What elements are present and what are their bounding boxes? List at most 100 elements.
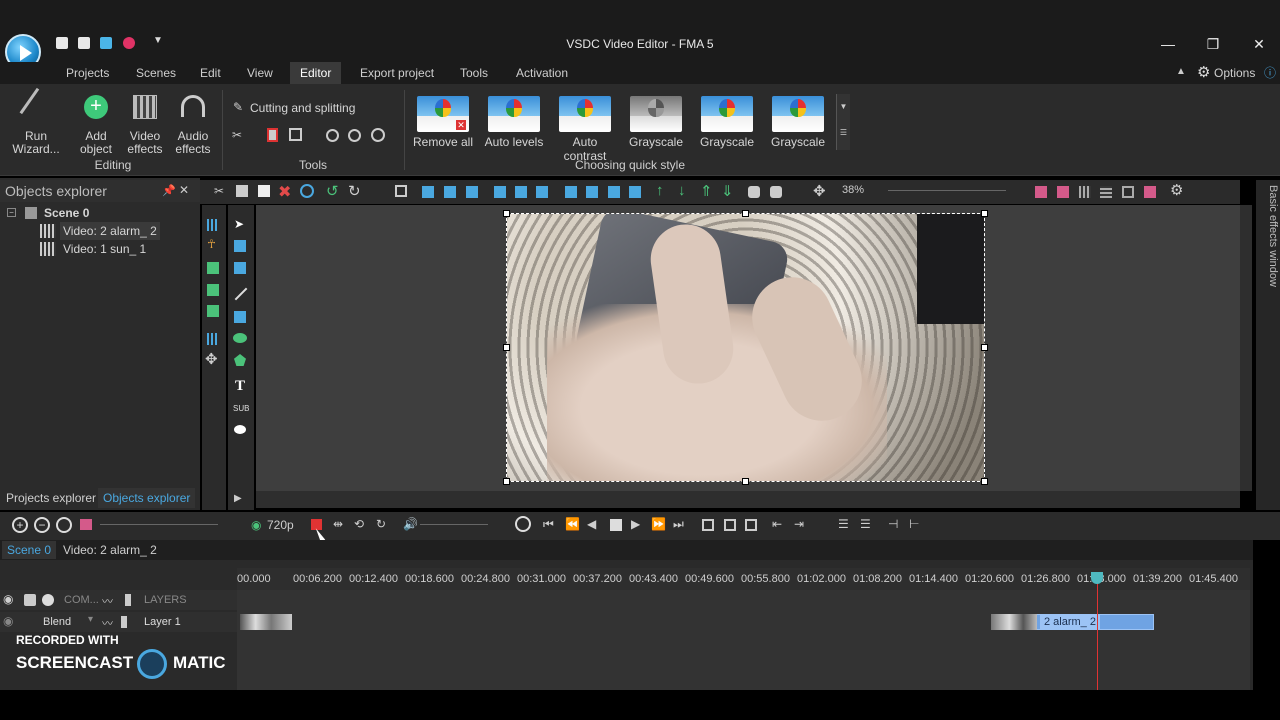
gear-icon[interactable]: ⚙ (1197, 63, 1210, 81)
go-start-icon[interactable]: ⏮ (543, 517, 554, 532)
run-wizard-button[interactable]: Run Wizard... (6, 130, 66, 156)
redo-icon[interactable]: ↻ (348, 182, 361, 200)
zoom-level[interactable]: 38% (842, 184, 864, 196)
chart-icon[interactable] (207, 219, 219, 231)
same-size-icon[interactable] (608, 186, 620, 198)
volume-icon[interactable]: 🔊 (403, 517, 418, 531)
expand-arrow-icon[interactable]: ▶ (234, 493, 242, 504)
same-height-icon[interactable] (586, 186, 598, 198)
tree-item-video-1[interactable]: Video: 1 sun_ 1 (63, 240, 146, 258)
zoom-slider[interactable] (888, 190, 1006, 191)
restore-button[interactable]: ❐ (1198, 33, 1228, 55)
resize-handle[interactable] (503, 344, 510, 351)
text-box-icon[interactable] (234, 262, 246, 274)
clip-video-1[interactable] (240, 614, 292, 630)
guides-icon[interactable] (1100, 186, 1112, 198)
split-view-icon[interactable] (702, 519, 714, 531)
audio-wave-icon[interactable]: 〰 (102, 593, 113, 609)
trim-icon[interactable] (267, 128, 278, 142)
ellipse-icon[interactable] (233, 333, 247, 343)
undo-icon[interactable]: ↺ (326, 182, 339, 200)
video-icon[interactable] (207, 305, 219, 317)
settings-icon[interactable]: ⚙ (1170, 181, 1183, 199)
move-icon[interactable]: ✥ (813, 182, 826, 200)
send-backward-icon[interactable]: ↓ (678, 182, 686, 199)
bring-to-front-icon[interactable]: ⇑ (700, 182, 713, 200)
rotate-90-icon[interactable] (326, 129, 339, 142)
close-button[interactable]: ✕ (1244, 33, 1274, 55)
visibility-eye-icon[interactable]: ◉ (3, 592, 13, 606)
align-right-icon[interactable] (466, 186, 478, 198)
resize-handle[interactable] (503, 478, 510, 485)
canvas-horizontal-scrollbar[interactable] (256, 491, 1240, 508)
align-center-icon[interactable] (444, 186, 456, 198)
rewind-icon[interactable]: ⏪ (565, 517, 580, 531)
resize-handle[interactable] (981, 210, 988, 217)
spectrum-icon[interactable] (207, 333, 219, 345)
lock-icon[interactable] (24, 594, 36, 606)
styles-scroll-icon[interactable]: ▼ ☰ (836, 94, 850, 150)
text-icon[interactable]: T (235, 378, 245, 395)
align-top-icon[interactable] (494, 186, 506, 198)
group-icon[interactable] (748, 186, 760, 198)
video-frame[interactable] (506, 213, 985, 482)
jump-next-icon[interactable]: ⇥ (794, 517, 804, 531)
zoom-out-icon[interactable]: − (34, 517, 50, 533)
cut-clip-icon[interactable]: ⇹ (333, 517, 343, 531)
blend-mode-select[interactable]: Blend (43, 616, 71, 628)
menu-activation[interactable]: Activation (516, 62, 568, 84)
timeline-zoom-slider[interactable] (100, 524, 218, 525)
help-icon[interactable]: ⓘ (1264, 62, 1276, 84)
resize-handle[interactable] (981, 344, 988, 351)
pointer-icon[interactable]: ➤ (234, 217, 244, 231)
volume-slider[interactable] (420, 524, 488, 525)
align-left-icon[interactable] (422, 186, 434, 198)
bring-forward-icon[interactable]: ↑ (656, 182, 664, 199)
copy-icon[interactable] (236, 185, 248, 197)
tab-objects-explorer[interactable]: Objects explorer (98, 488, 196, 508)
fast-forward-icon[interactable]: ⏩ (651, 517, 666, 531)
audio-wave-icon[interactable]: 〰 (102, 615, 113, 631)
zoom-fit-icon[interactable] (56, 517, 72, 533)
video-effects-button[interactable]: Video effects (120, 130, 170, 156)
same-width-icon[interactable] (565, 186, 577, 198)
pin-icon[interactable]: 📌 (162, 184, 176, 197)
menu-view[interactable]: View (247, 62, 273, 84)
delete-icon[interactable]: ✖ (278, 182, 291, 202)
callout-icon[interactable] (234, 425, 246, 434)
crop-icon[interactable] (289, 128, 302, 141)
resize-handle[interactable] (503, 210, 510, 217)
menu-edit[interactable]: Edit (200, 62, 221, 84)
menu-editor[interactable]: Editor (290, 62, 342, 84)
stop-icon[interactable] (610, 519, 622, 531)
magnet-icon[interactable] (1144, 186, 1156, 198)
fill-icon[interactable] (629, 186, 641, 198)
rectangle-icon[interactable] (234, 311, 246, 323)
align-bottom-icon[interactable] (536, 186, 548, 198)
rotate-270-icon[interactable] (348, 129, 361, 142)
menu-projects[interactable]: Projects (66, 62, 109, 84)
link-icon[interactable]: ⊢ (909, 517, 919, 531)
grid-snap-icon[interactable] (1035, 186, 1047, 198)
align-clips-icon[interactable]: ☰ (838, 517, 849, 531)
tree-item-video-2[interactable]: Video: 2 alarm_ 2 (60, 222, 160, 240)
canvas-vertical-scrollbar[interactable] (1240, 205, 1252, 491)
prev-frame-icon[interactable]: ◀ (587, 517, 596, 531)
collapse-ribbon-icon[interactable]: ▲ (1176, 66, 1186, 77)
go-end-icon[interactable]: ⏭ (673, 517, 684, 532)
preview-eye-icon[interactable]: ◉ (251, 518, 261, 532)
split-view-icon[interactable] (724, 519, 736, 531)
playhead-line[interactable] (1097, 572, 1098, 690)
subtitle-icon[interactable]: SUB (233, 404, 249, 413)
tab-projects-explorer[interactable]: Projects explorer (6, 491, 96, 505)
basic-effects-tab[interactable]: Basic effects window (1259, 185, 1279, 305)
ungroup-icon[interactable] (770, 186, 782, 198)
zoom-in-icon[interactable]: + (12, 517, 28, 533)
style-grayscale-thumb[interactable] (630, 96, 682, 132)
minimize-button[interactable]: — (1153, 33, 1183, 55)
visibility-eye-icon[interactable]: ◉ (3, 614, 13, 628)
layer-mode-icon[interactable] (42, 594, 54, 606)
sprite-tool-icon[interactable] (234, 240, 246, 252)
cutting-splitting-button[interactable]: Cutting and splitting (250, 101, 355, 115)
menu-tools[interactable]: Tools (460, 62, 488, 84)
